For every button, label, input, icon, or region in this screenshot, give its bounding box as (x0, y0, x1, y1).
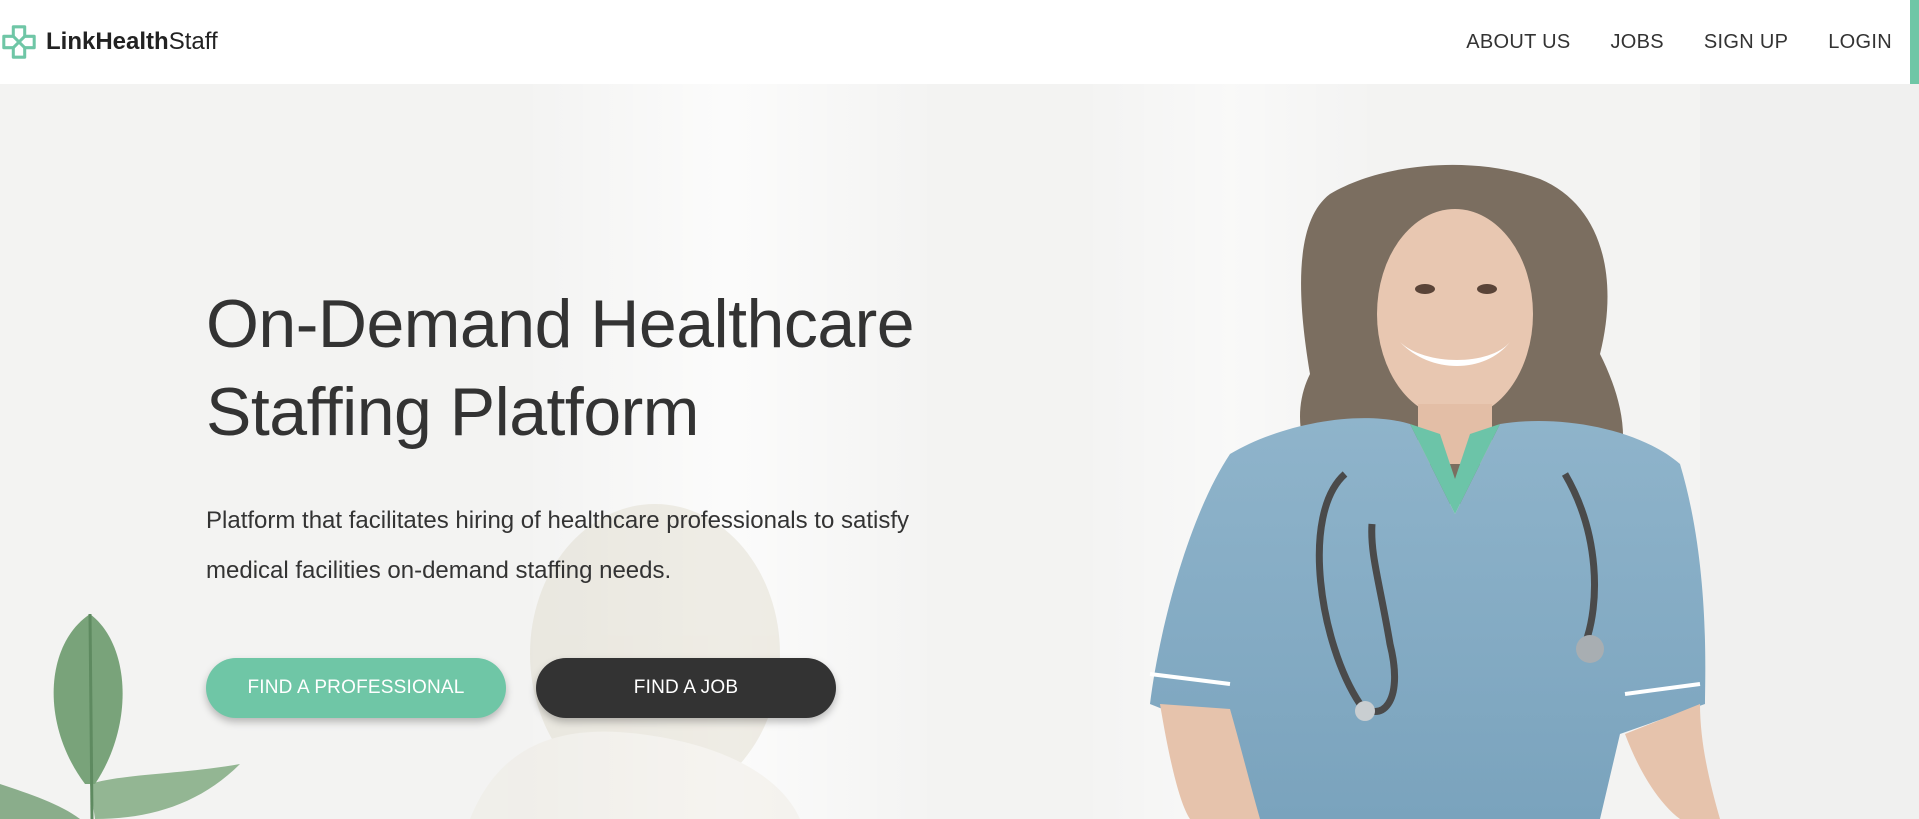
hero-section: On-Demand Healthcare Staffing Platform P… (0, 84, 1919, 819)
nav-item-jobs[interactable]: JOBS (1610, 31, 1663, 54)
medical-cross-logo-icon (2, 25, 36, 59)
hero-title-line-1: On-Demand Healthcare (206, 286, 915, 362)
brand-name: LinkHealthStaff (46, 28, 218, 56)
brand-name-light: Staff (168, 28, 218, 55)
nav-item-login[interactable]: LOGIN (1828, 31, 1892, 54)
find-job-button[interactable]: FIND A JOB (536, 658, 836, 718)
brand-name-bold: LinkHealth (46, 28, 169, 55)
hero-actions: FIND A PROFESSIONAL FIND A JOB (206, 658, 1006, 718)
main-nav: ABOUT US JOBS SIGN UP LOGIN (1426, 0, 1892, 84)
nav-item-about-us[interactable]: ABOUT US (1466, 31, 1570, 54)
hero-content: On-Demand Healthcare Staffing Platform P… (206, 280, 1006, 718)
nav-item-sign-up[interactable]: SIGN UP (1704, 31, 1788, 54)
brand-logo-link[interactable]: LinkHealthStaff (0, 0, 218, 84)
hero-title: On-Demand Healthcare Staffing Platform (206, 280, 1006, 456)
scroll-indicator[interactable] (1910, 0, 1919, 84)
find-professional-button[interactable]: FIND A PROFESSIONAL (206, 658, 506, 718)
hero-description: Platform that facilitates hiring of heal… (206, 507, 910, 584)
hero-title-line-2: Staffing Platform (206, 374, 699, 450)
site-header: LinkHealthStaff ABOUT US JOBS SIGN UP LO… (0, 0, 1919, 84)
